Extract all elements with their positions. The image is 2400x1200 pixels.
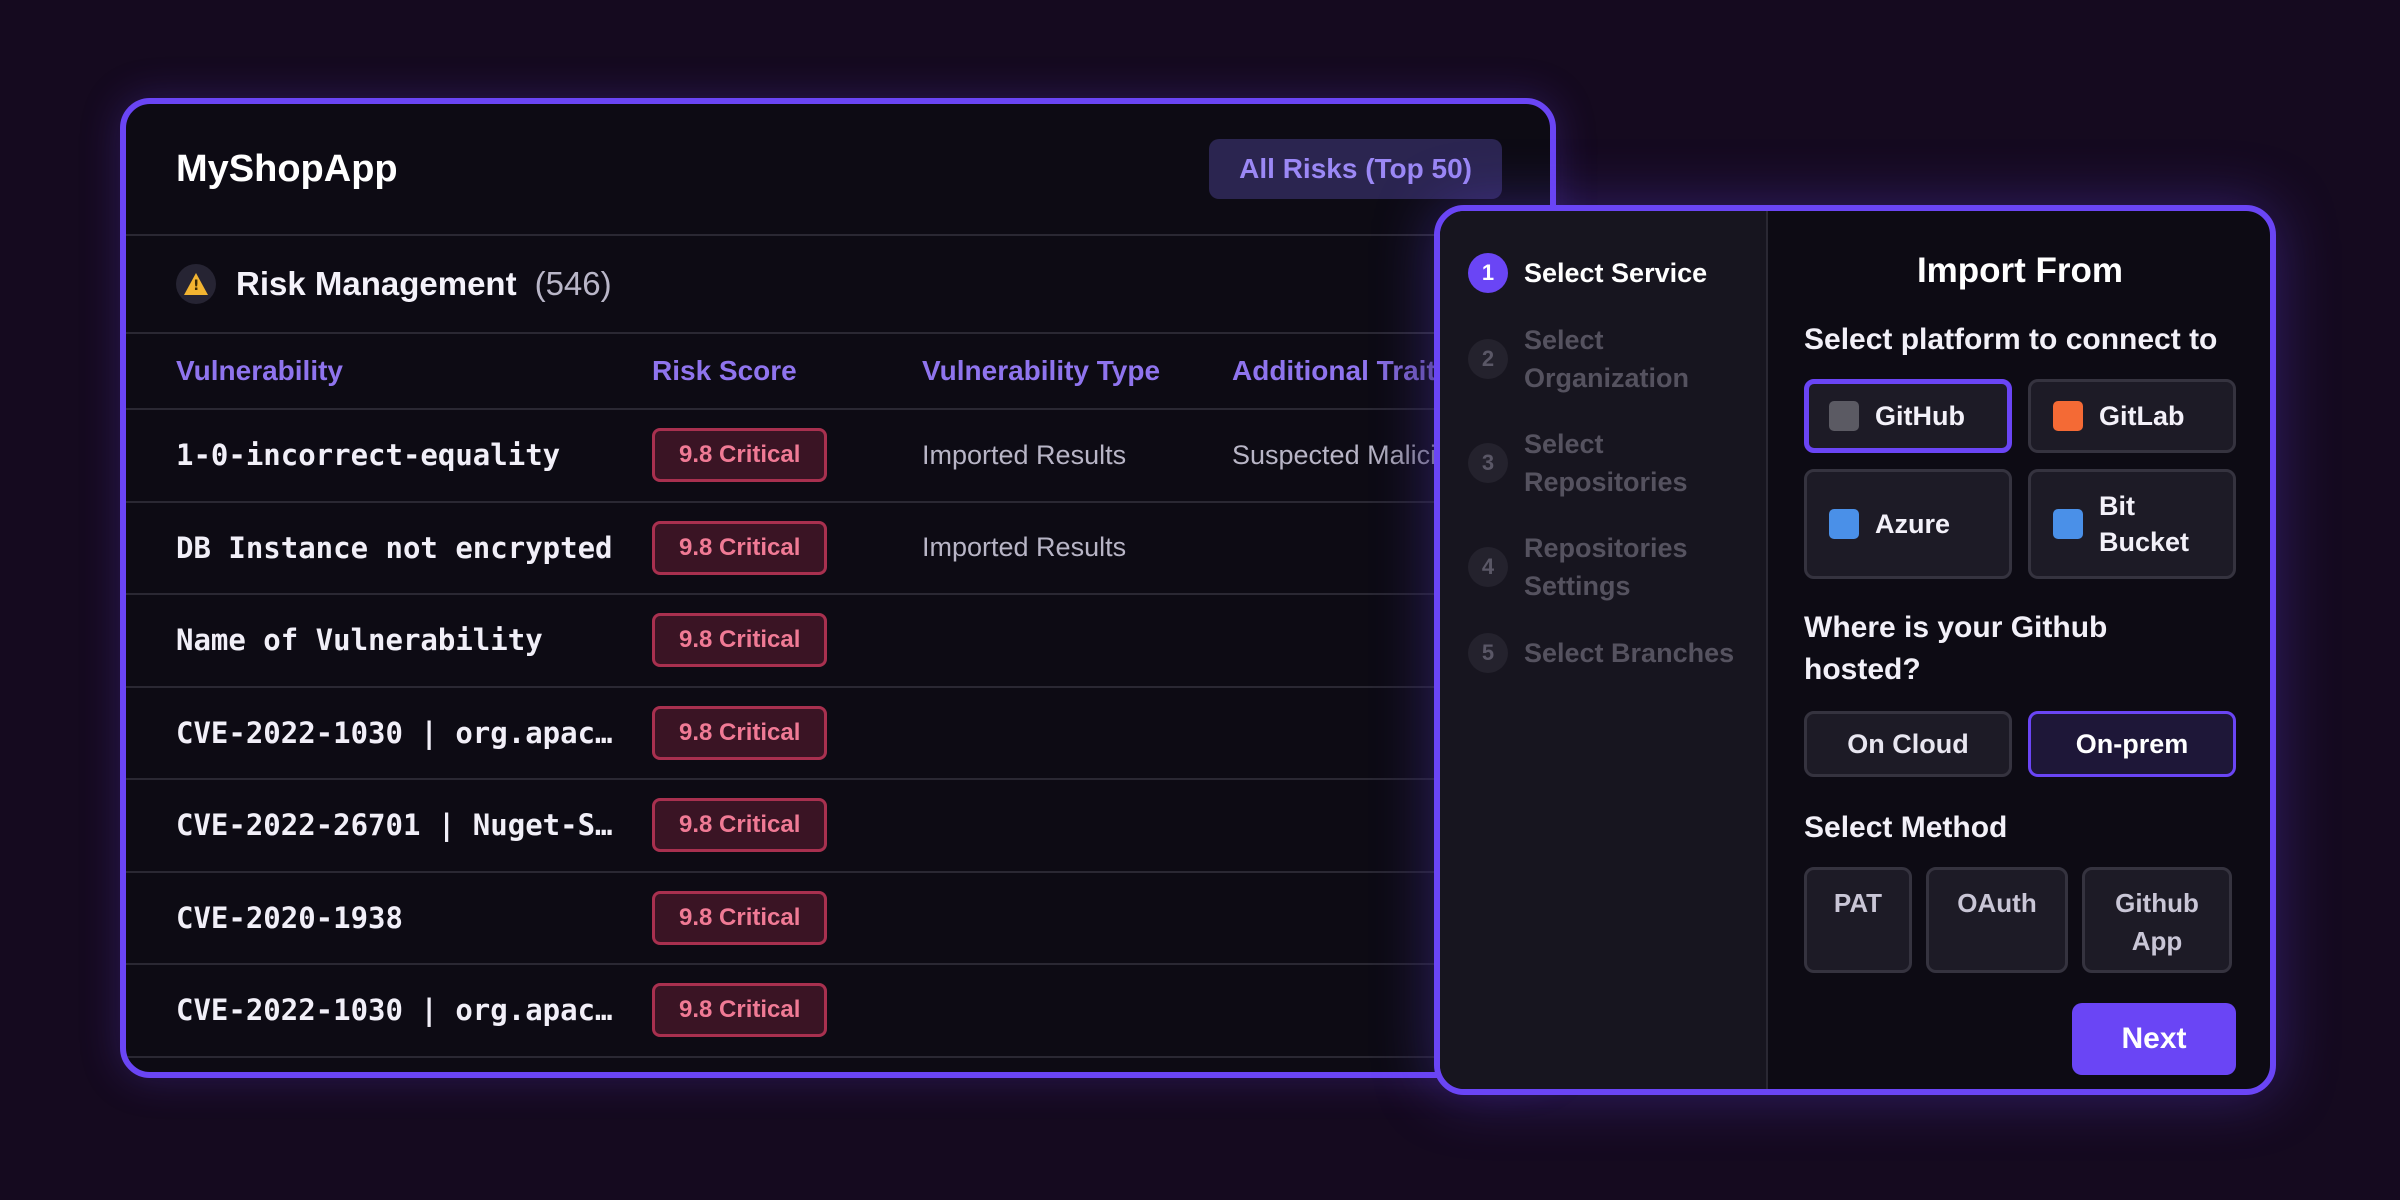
- vulnerability-name: CVE-2022-26701 | Nuget-System: [176, 808, 652, 843]
- platform-github-button[interactable]: GitHub: [1804, 379, 2012, 453]
- import-form: Import From Select platform to connect t…: [1768, 211, 2270, 1089]
- step-label: Select Repositories: [1524, 429, 1688, 497]
- import-wizard-dialog: 1 Select Service 2 Select Organization 3…: [1434, 205, 2276, 1095]
- dialog-title: Import From: [1916, 251, 2124, 290]
- hosting-question: Where is your Github hosted?: [1804, 611, 2108, 686]
- platform-label: Azure: [1875, 509, 1951, 539]
- table-row[interactable]: CVE-2020-1938 9.8 Critical: [126, 873, 1550, 965]
- risk-score-badge: 9.8 Critical: [652, 890, 828, 945]
- step-number: 4: [1468, 547, 1508, 587]
- method-question: Select Method: [1804, 811, 2008, 844]
- step-number: 1: [1468, 253, 1508, 293]
- risk-score-badge: 9.8 Critical: [652, 613, 828, 668]
- step-select-branches[interactable]: 5 Select Branches: [1468, 633, 1766, 673]
- table-row[interactable]: 1-0-incorrect-equality 9.8 Critical Impo…: [126, 410, 1550, 503]
- on-prem-button[interactable]: On-prem: [2028, 711, 2236, 777]
- step-number: 3: [1468, 443, 1508, 483]
- platform-label: GitHub: [1875, 401, 1965, 431]
- platform-options: GitHub GitLab Azure Bit Bucket: [1804, 379, 2236, 579]
- platform-azure-button[interactable]: Azure: [1804, 469, 2012, 579]
- table-row[interactable]: DB Instance not encrypted 9.8 Critical I…: [126, 503, 1550, 595]
- vulnerability-name: Name of Vulnerability: [176, 623, 543, 658]
- vulnerability-type: Imported Results: [922, 439, 1127, 470]
- platform-label: GitLab: [2099, 401, 2185, 431]
- platform-gitlab-button[interactable]: GitLab: [2028, 379, 2236, 453]
- method-options: PAT OAuth Github App: [1804, 867, 2236, 973]
- step-number: 5: [1468, 633, 1508, 673]
- platform-question: Select platform to connect to: [1804, 323, 2218, 356]
- dialog-footer: Next: [1804, 1003, 2236, 1075]
- step-label: Select Branches: [1524, 638, 1735, 668]
- step-select-service[interactable]: 1 Select Service: [1468, 253, 1766, 293]
- vulnerability-name: DB Instance not encrypted: [176, 530, 613, 565]
- step-select-organization[interactable]: 2 Select Organization: [1468, 321, 1766, 397]
- step-label: Repositories Settings: [1524, 533, 1688, 601]
- table-header: Vulnerability Risk Score Vulnerability T…: [126, 334, 1550, 410]
- table-row[interactable]: CVE-2022-1030 | org.apache 9.8 Critical: [126, 688, 1550, 780]
- table-row[interactable]: CVE-2022-26701 | Nuget-System 9.8 Critic…: [126, 780, 1550, 873]
- section-title: Risk Management: [236, 265, 517, 302]
- table-row[interactable]: Name of Vulnerability 9.8 Critical: [126, 595, 1550, 688]
- warning-icon: [176, 264, 216, 304]
- column-header-vulnerability[interactable]: Vulnerability: [176, 355, 652, 387]
- platform-bitbucket-button[interactable]: Bit Bucket: [2028, 469, 2236, 579]
- vulnerability-name: CVE-2022-1030 | org.apache: [176, 715, 630, 750]
- method-github-app-button[interactable]: Github App: [2082, 867, 2232, 973]
- wizard-steps: 1 Select Service 2 Select Organization 3…: [1440, 211, 1768, 1089]
- column-header-risk-score[interactable]: Risk Score: [652, 355, 922, 387]
- table-body: 1-0-incorrect-equality 9.8 Critical Impo…: [126, 410, 1550, 1058]
- risk-management-panel: MyShopApp All Risks (Top 50) Risk Manage…: [120, 98, 1556, 1078]
- step-repositories-settings[interactable]: 4 Repositories Settings: [1468, 529, 1766, 605]
- vulnerability-name: CVE-2022-1030 | org.apache: [176, 993, 630, 1028]
- column-header-vulnerability-type[interactable]: Vulnerability Type: [922, 355, 1232, 387]
- section-header: Risk Management (546): [126, 236, 1550, 334]
- risk-score-badge: 9.8 Critical: [652, 520, 828, 575]
- github-icon: [1829, 401, 1859, 431]
- azure-icon: [1829, 509, 1859, 539]
- app-title: MyShopApp: [176, 147, 398, 190]
- step-label: Select Service: [1524, 258, 1708, 288]
- all-risks-filter-button[interactable]: All Risks (Top 50): [1209, 139, 1502, 199]
- risk-count: (546): [534, 265, 612, 302]
- step-select-repositories[interactable]: 3 Select Repositories: [1468, 425, 1766, 501]
- risk-score-badge: 9.8 Critical: [652, 428, 828, 483]
- method-pat-button[interactable]: PAT: [1804, 867, 1912, 973]
- vulnerability-type: Imported Results: [922, 532, 1127, 563]
- on-cloud-button[interactable]: On Cloud: [1804, 711, 2012, 777]
- table-row[interactable]: CVE-2022-1030 | org.apache 9.8 Critical: [126, 965, 1550, 1058]
- gitlab-icon: [2053, 401, 2083, 431]
- risk-score-badge: 9.8 Critical: [652, 798, 828, 853]
- step-number: 2: [1468, 339, 1508, 379]
- vulnerability-name: 1-0-incorrect-equality: [176, 438, 561, 473]
- method-oauth-button[interactable]: OAuth: [1926, 867, 2068, 973]
- panel-header: MyShopApp All Risks (Top 50): [126, 104, 1550, 236]
- vulnerability-name: CVE-2020-1938: [176, 900, 403, 935]
- hosting-options: On Cloud On-prem: [1804, 711, 2236, 777]
- next-button[interactable]: Next: [2072, 1003, 2236, 1075]
- bitbucket-icon: [2053, 509, 2083, 539]
- risk-score-badge: 9.8 Critical: [652, 705, 828, 760]
- step-label: Select Organization: [1524, 325, 1690, 393]
- risk-score-badge: 9.8 Critical: [652, 983, 828, 1038]
- platform-label: Bit Bucket: [2099, 491, 2190, 557]
